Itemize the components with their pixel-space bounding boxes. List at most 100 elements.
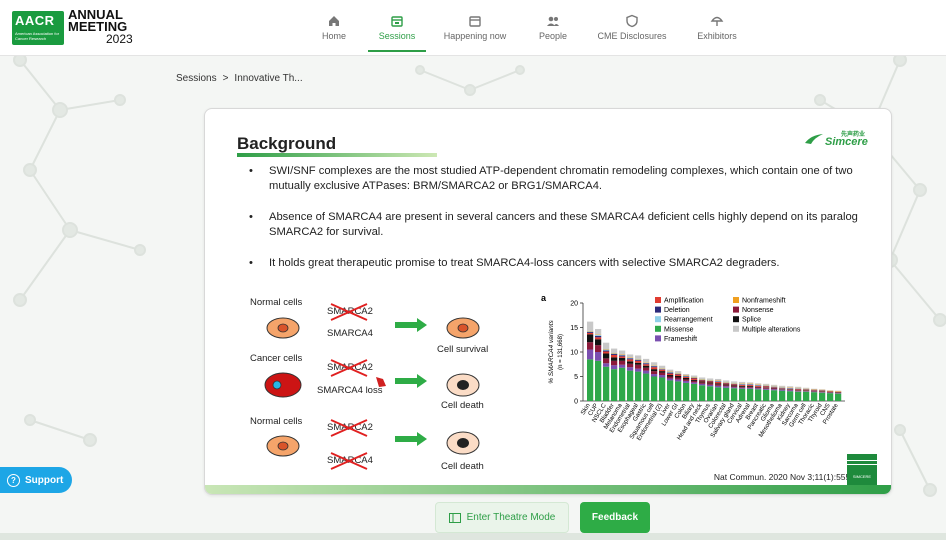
bar-segment — [787, 391, 794, 401]
nav-cme-disclosures[interactable]: CME Disclosures — [582, 0, 682, 56]
support-label: Support — [25, 474, 64, 486]
breadcrumb-sessions-link[interactable]: Sessions — [176, 73, 217, 84]
bar-segment — [619, 355, 626, 357]
bar-segment — [643, 370, 650, 374]
bullet-list: SWI/SNF complexes are the most studied A… — [249, 164, 869, 288]
breadcrumb-separator: > — [222, 73, 229, 84]
bar-segment — [715, 381, 722, 384]
arrow-right-icon — [395, 432, 427, 446]
legend-label: Rearrangement — [664, 317, 713, 324]
bar-segment — [659, 369, 666, 372]
bar-segment — [739, 388, 746, 401]
bar-segment — [675, 374, 682, 377]
bar-segment — [603, 342, 610, 350]
bar-segment — [755, 388, 762, 390]
bar-segment — [771, 389, 778, 391]
bar-segment — [723, 386, 730, 388]
row3-label: Normal cells — [250, 416, 303, 427]
legend-swatch — [733, 297, 739, 303]
bar-segment — [627, 354, 634, 358]
bar-segment — [611, 369, 618, 401]
bar-segment — [763, 387, 770, 389]
bar-segment — [715, 384, 722, 386]
main-nav: Home Sessions Happening now People CME D… — [300, 0, 752, 56]
cross-out-icon — [330, 359, 368, 377]
bar-segment — [787, 386, 794, 388]
nav-people[interactable]: People — [524, 0, 582, 56]
bar-segment — [699, 383, 706, 386]
nav-exhibitors[interactable]: Exhibitors — [682, 0, 752, 56]
nav-happening-now[interactable]: Happening now — [426, 0, 524, 56]
bar-segment — [595, 352, 602, 361]
legend-label: Nonframeshift — [742, 298, 786, 305]
bar-segment — [627, 361, 634, 364]
bar-segment — [731, 386, 738, 388]
bar-segment — [643, 363, 650, 365]
bar-segment — [587, 332, 594, 335]
bar-segment — [603, 363, 610, 367]
bar-segment — [755, 389, 762, 401]
bar-segment — [675, 379, 682, 382]
bar-segment — [587, 349, 594, 360]
bar-segment — [675, 376, 682, 378]
nav-sessions[interactable]: Sessions — [368, 0, 426, 56]
bar-segment — [659, 365, 666, 369]
y-tick-label: 0 — [574, 399, 578, 406]
normal-cell-icon — [446, 317, 480, 339]
support-button[interactable]: ? Support — [0, 467, 72, 493]
bar-segment — [667, 372, 674, 374]
bar-segment — [595, 328, 602, 335]
normal-cell-icon — [266, 435, 300, 457]
nav-home-label: Home — [321, 31, 346, 41]
feedback-button[interactable]: Feedback — [580, 502, 650, 533]
legend-label: Amplification — [664, 298, 704, 305]
bar-segment — [787, 390, 794, 392]
bar-segment — [595, 334, 602, 336]
people-icon — [547, 16, 559, 26]
bar-segment — [739, 386, 746, 388]
bar-segment — [723, 385, 730, 387]
legend-label: Splice — [742, 317, 761, 324]
bar-segment — [667, 380, 674, 401]
cross-out-icon — [330, 419, 368, 437]
enter-theatre-mode-button[interactable]: Enter Theatre Mode — [435, 502, 569, 533]
legend-swatch — [733, 316, 739, 323]
bar-segment — [835, 393, 842, 401]
slide-title: Background — [237, 134, 337, 153]
bar-segment — [723, 387, 730, 401]
bar-segment — [739, 387, 746, 389]
nav-sessions-label: Sessions — [378, 31, 416, 41]
simcere-corner-badge: SIMCERE — [847, 454, 877, 486]
bar-segment — [755, 387, 762, 389]
bar-segment — [683, 374, 690, 376]
logo-badge-text: AACR — [15, 13, 55, 28]
row2-label: Cancer cells — [250, 353, 303, 364]
bar-segment — [795, 391, 802, 401]
bar-segment — [763, 389, 770, 401]
bar-segment — [691, 383, 698, 401]
bar-segment — [795, 389, 802, 391]
bar-segment — [723, 380, 730, 382]
breadcrumb: Sessions > Innovative Th... — [176, 73, 303, 84]
bar-segment — [627, 370, 634, 401]
bar-segment — [755, 383, 762, 385]
bar-segment — [691, 382, 698, 384]
bar-segment — [587, 359, 594, 401]
presentation-slide: Background 先声药业 Simcere SWI/SNF complexe… — [204, 108, 892, 495]
bar-segment — [635, 364, 642, 369]
bar-segment — [675, 381, 682, 401]
nav-home[interactable]: Home — [300, 0, 368, 56]
top-navigation-bar: AACR American Association for Cancer Res… — [0, 0, 946, 56]
bar-segment — [683, 380, 690, 383]
bar-segment — [739, 385, 746, 387]
bar-segment — [587, 342, 594, 350]
bar-segment — [611, 357, 618, 361]
bar-segment — [683, 377, 690, 380]
aacr-logo[interactable]: AACR American Association for Cancer Res… — [8, 7, 133, 45]
row1-gene-bottom: SMARCA4 — [327, 328, 373, 339]
simcere-logo-text: Simcere — [825, 136, 868, 148]
bar-segment — [763, 386, 770, 388]
bar-segment — [635, 362, 642, 365]
bar-segment — [675, 371, 682, 374]
bar-segment — [771, 388, 778, 390]
